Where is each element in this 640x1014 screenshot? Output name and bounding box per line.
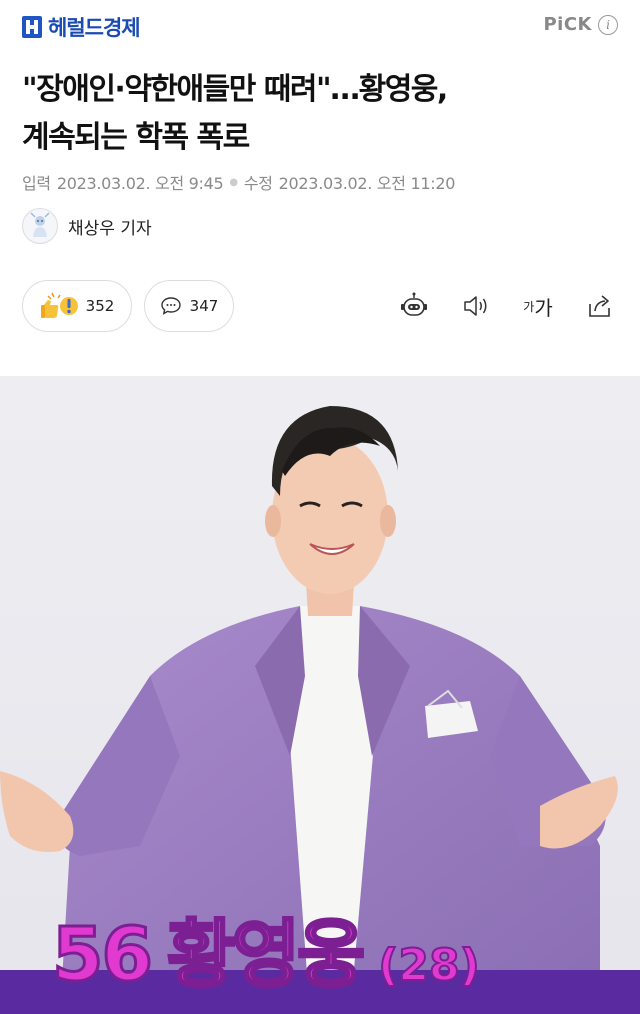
publisher-name: 헤럴드경제: [48, 16, 141, 40]
action-bar: 352 347 가가: [22, 280, 618, 332]
font-size-large-glyph: 가: [534, 295, 553, 320]
top-bar: 헤럴드경제 PiCK i: [0, 0, 640, 52]
caption-number: 56: [51, 911, 155, 1000]
article-photo: 56 황영웅 (28): [0, 376, 640, 1014]
robot-icon: [401, 292, 427, 316]
article-title-line2: 계속되는 학폭 폭로: [22, 120, 250, 155]
publisher-logo[interactable]: 헤럴드경제: [22, 12, 141, 42]
comment-icon: [160, 297, 181, 315]
speaker-icon: [464, 296, 487, 316]
pick-label: PiCK: [543, 14, 592, 35]
reporter-avatar-icon: [30, 212, 50, 237]
caption-name: 황영웅: [165, 911, 366, 1000]
photo-caption: 56 황영웅 (28): [51, 895, 481, 1002]
meta-separator: ●: [229, 176, 238, 188]
article-title: "장애인·약한애들만 때려"…황영웅, 계속되는 학폭 폭로: [22, 66, 622, 162]
share-icon: [589, 295, 610, 317]
comment-button[interactable]: 347: [144, 280, 234, 332]
published-date: 2023.03.02. 오전 9:45: [56, 174, 224, 193]
reaction-count: 352: [85, 297, 115, 315]
summary-bot-button[interactable]: [398, 290, 430, 322]
caption-age: (28): [377, 939, 480, 992]
updated-date: 2023.03.02. 오전 11:20: [278, 174, 456, 193]
tts-button[interactable]: [460, 290, 492, 322]
updated-label: 수정: [243, 174, 273, 193]
reaction-emoji-icon: [40, 292, 78, 318]
font-size-button[interactable]: 가가: [518, 290, 558, 322]
pick-badge[interactable]: PiCK i: [543, 14, 618, 35]
article-title-line1: "장애인·약한애들만 때려"…황영웅,: [22, 72, 448, 107]
herald-logo-icon: [22, 16, 42, 38]
reaction-button[interactable]: 352: [22, 280, 132, 332]
reporter-name: 채상우 기자: [68, 218, 152, 239]
reporter-info[interactable]: 채상우 기자: [22, 208, 152, 244]
share-button[interactable]: [584, 290, 616, 322]
comment-count: 347: [189, 297, 219, 315]
article-meta: 입력 2023.03.02. 오전 9:45 ● 수정 2023.03.02. …: [22, 170, 455, 194]
reporter-avatar: [22, 208, 58, 244]
published-label: 입력: [22, 174, 51, 193]
font-size-small-glyph: 가: [523, 299, 535, 314]
info-icon[interactable]: i: [598, 14, 618, 35]
